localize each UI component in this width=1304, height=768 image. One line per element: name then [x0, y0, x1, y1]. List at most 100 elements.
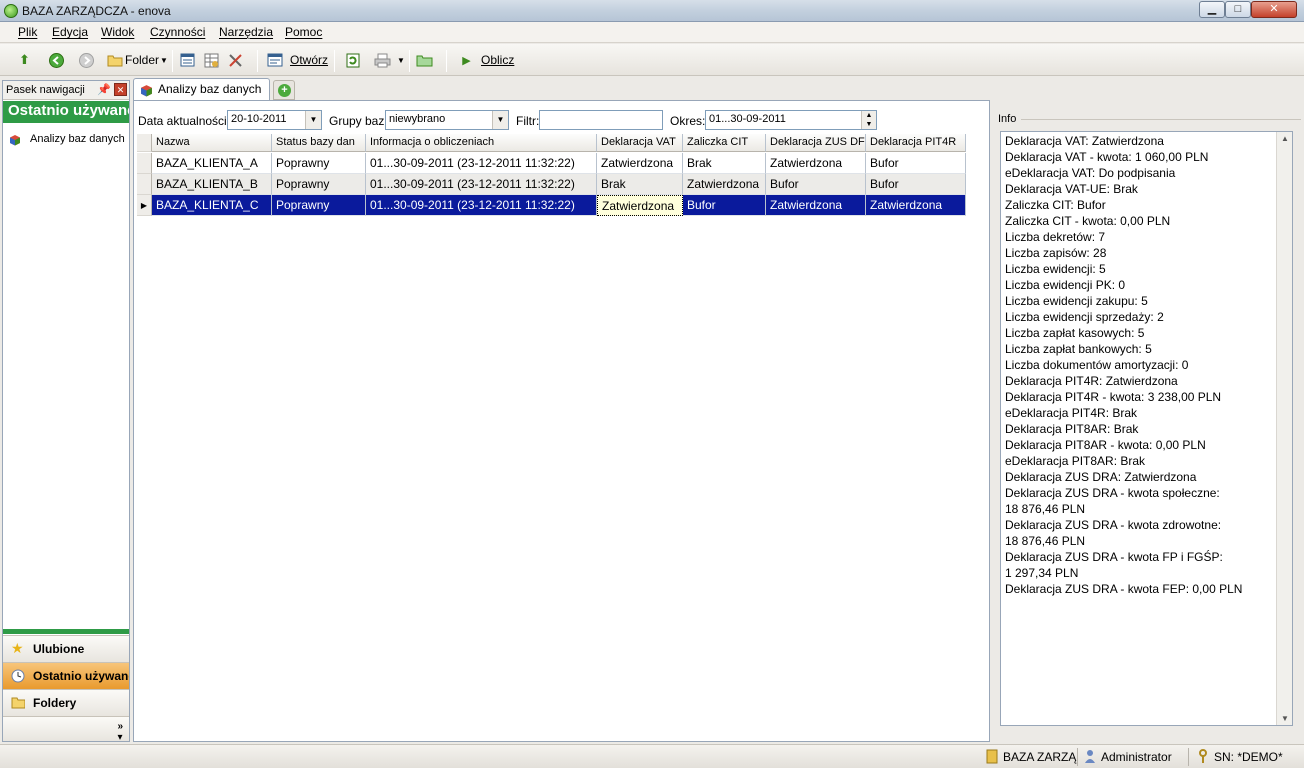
scroll-up-icon[interactable]: ▲ [1281, 134, 1289, 143]
up-folder-icon[interactable]: ⬆ [16, 52, 33, 68]
period-field[interactable]: 01...30-09-2011 ▲ ▼ [705, 110, 877, 130]
column-header[interactable]: Informacja o obliczeniach [366, 134, 597, 152]
table-cell[interactable]: Bufor [683, 195, 766, 216]
table-cell[interactable]: BAZA_KLIENTA_B [152, 174, 272, 195]
database-icon [986, 749, 998, 764]
nav-button-favorites[interactable]: ★ Ulubione [3, 635, 129, 662]
menu-czynnosci[interactable]: Czynności [150, 25, 205, 39]
spinner-icon[interactable]: ▲ ▼ [861, 111, 876, 129]
table-cell[interactable]: 01...30-09-2011 (23-12-2011 11:32:22) [366, 174, 597, 195]
nav-button-label: Ulubione [33, 642, 85, 656]
table-cell[interactable]: Zatwierdzona [683, 174, 766, 195]
nav-splitter[interactable] [3, 629, 129, 634]
table-cell[interactable]: Zatwierdzona [866, 195, 966, 216]
column-header[interactable]: Deklaracja VAT [597, 134, 683, 152]
info-panel[interactable]: Deklaracja VAT: Zatwierdzona Deklaracja … [1000, 131, 1293, 726]
close-button[interactable]: ✕ [1251, 1, 1297, 18]
info-line: 18 876,46 PLN [1005, 502, 1086, 516]
table-cell[interactable]: Zatwierdzona [766, 153, 866, 174]
content-area: Data aktualności: 20-10-2011 ▼ Grupy baz… [133, 100, 990, 742]
chevron-down-icon[interactable]: ▼ [305, 111, 321, 129]
open-icon[interactable] [266, 52, 283, 68]
chevron-down-icon[interactable]: ▼ [492, 111, 508, 129]
folder-button[interactable]: Folder [125, 53, 159, 67]
calculate-button[interactable]: Oblicz [481, 53, 514, 67]
period-label: Okres: [670, 114, 706, 128]
table-cell[interactable]: Brak [597, 174, 683, 195]
column-header[interactable]: Deklaracja PIT4R [866, 134, 966, 152]
nav-header-title: Pasek nawigacji [6, 84, 85, 96]
row-header[interactable] [137, 174, 152, 195]
plus-icon: + [278, 84, 291, 97]
nav-more-button[interactable]: » ▾ [3, 716, 129, 743]
nav-header: Pasek nawigacji 📌 ✕ [3, 81, 129, 100]
table-cell[interactable]: 01...30-09-2011 (23-12-2011 11:32:22) [366, 153, 597, 174]
toolbar: ⬆ Folder ▼ Otwórz ▼ ▶ Oblicz [0, 44, 1304, 76]
column-header[interactable]: Status bazy dan [272, 134, 366, 152]
info-list: Deklaracja VAT: Zatwierdzona Deklaracja … [1005, 133, 1275, 597]
table-cell[interactable]: Brak [683, 153, 766, 174]
menu-plik[interactable]: Plik [18, 25, 37, 39]
minimize-button[interactable]: ▁ [1199, 1, 1225, 18]
filter-input[interactable] [539, 110, 663, 130]
column-header[interactable]: Deklaracja ZUS DF [766, 134, 866, 152]
table-cell[interactable]: Zatwierdzona [597, 153, 683, 174]
column-header[interactable]: Nazwa [152, 134, 272, 152]
nav-item-label: Analizy baz danych [30, 133, 125, 145]
scrollbar[interactable]: ▲ ▼ [1276, 132, 1292, 725]
nav-button-folders[interactable]: Foldery [3, 689, 129, 716]
table-cell[interactable]: Bufor [866, 174, 966, 195]
folder-view-icon[interactable] [416, 52, 433, 68]
add-tab-button[interactable]: + [273, 80, 295, 100]
info-line: Deklaracja VAT: Zatwierdzona [1005, 134, 1164, 148]
table-cell[interactable]: Bufor [866, 153, 966, 174]
nav-button-recent[interactable]: Ostatnio używane [3, 662, 129, 689]
row-pointer-icon[interactable]: ▶ [137, 195, 152, 216]
table-cell[interactable]: 01...30-09-2011 (23-12-2011 11:32:22) [366, 195, 597, 216]
table-cell[interactable]: Poprawny [272, 195, 366, 216]
table-cell[interactable]: BAZA_KLIENTA_C [152, 195, 272, 216]
menu-widok[interactable]: Widok [101, 25, 134, 39]
title-bar[interactable]: BAZA ZARZĄDCZA - enova ▁ □ ✕ [0, 0, 1304, 22]
info-line: 18 876,46 PLN [1005, 534, 1086, 548]
info-line: Deklaracja ZUS DRA - kwota społeczne: [1005, 486, 1220, 500]
nav-close-icon[interactable]: ✕ [114, 83, 127, 96]
print-icon[interactable] [374, 52, 391, 68]
tools-icon[interactable] [227, 52, 244, 68]
table-cell[interactable]: Zatwierdzona [766, 195, 866, 216]
info-line: 1 297,34 PLN [1005, 566, 1079, 580]
key-icon [1199, 749, 1207, 763]
back-icon[interactable] [48, 52, 65, 68]
grid-settings-icon[interactable] [203, 52, 220, 68]
table-cell[interactable]: Poprawny [272, 153, 366, 174]
scroll-down-icon[interactable]: ▼ [1281, 714, 1289, 723]
info-label: Info [998, 113, 1017, 125]
pin-icon[interactable]: 📌 [97, 83, 111, 96]
refresh-icon[interactable] [344, 52, 361, 68]
menu-edycja[interactable]: Edycja [52, 25, 88, 39]
group-value: niewybrano [389, 113, 446, 125]
table-cell-focused[interactable]: Zatwierdzona [597, 195, 683, 216]
menu-pomoc[interactable]: Pomoc [285, 25, 322, 39]
star-icon: ★ [11, 640, 24, 656]
column-header[interactable]: Zaliczka CIT [683, 134, 766, 152]
info-line: Deklaracja PIT8AR: Brak [1005, 422, 1139, 436]
info-line: Deklaracja VAT - kwota: 1 060,00 PLN [1005, 150, 1209, 164]
tab-analizy[interactable]: Analizy baz danych [133, 78, 270, 101]
folder-dropdown-icon[interactable]: ▼ [160, 56, 168, 65]
date-field[interactable]: 20-10-2011 ▼ [227, 110, 322, 130]
forward-icon[interactable] [78, 52, 95, 68]
table-cell[interactable]: BAZA_KLIENTA_A [152, 153, 272, 174]
menu-narzedzia[interactable]: Narzędzia [219, 25, 273, 39]
row-header[interactable] [137, 153, 152, 174]
table-cell[interactable]: Poprawny [272, 174, 366, 195]
play-icon[interactable]: ▶ [458, 52, 475, 68]
group-select[interactable]: niewybrano ▼ [385, 110, 509, 130]
info-line: Deklaracja PIT8AR - kwota: 0,00 PLN [1005, 438, 1206, 452]
open-button[interactable]: Otwórz [290, 53, 328, 67]
folder-icon[interactable] [106, 52, 123, 68]
form-icon[interactable] [179, 52, 196, 68]
maximize-button[interactable]: □ [1225, 1, 1251, 18]
print-dropdown-icon[interactable]: ▼ [397, 56, 405, 65]
table-cell[interactable]: Bufor [766, 174, 866, 195]
